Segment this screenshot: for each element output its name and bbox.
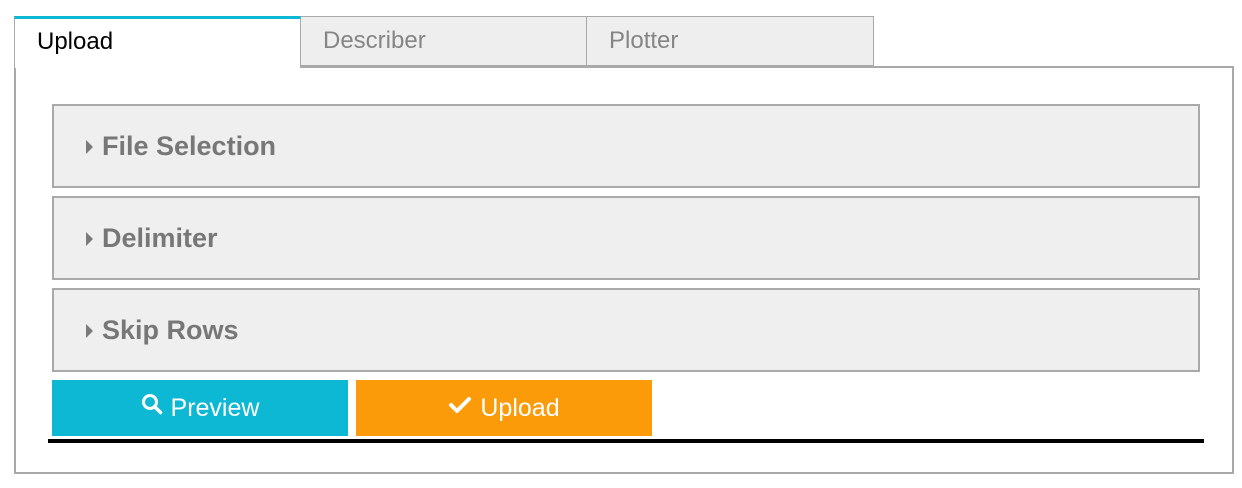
upload-panel: File Selection Delimiter Skip Rows Previ…	[14, 66, 1234, 474]
tab-describer-label: Describer	[323, 27, 426, 54]
accordion-file-selection-label: File Selection	[102, 131, 277, 161]
tab-bar: Upload Describer Plotter	[14, 16, 874, 68]
divider	[48, 439, 1204, 443]
accordion-delimiter-label: Delimiter	[102, 223, 218, 253]
preview-button-label: Preview	[170, 394, 260, 422]
accordion-delimiter[interactable]: Delimiter	[52, 196, 1200, 280]
tab-plotter-label: Plotter	[609, 27, 679, 54]
check-icon	[448, 379, 472, 435]
preview-button[interactable]: Preview	[52, 380, 348, 436]
caret-right-icon	[86, 324, 93, 338]
accordion-file-selection[interactable]: File Selection	[52, 104, 1200, 188]
search-icon	[141, 379, 163, 435]
tab-describer[interactable]: Describer	[300, 16, 587, 66]
caret-right-icon	[86, 140, 93, 154]
tab-upload-label: Upload	[37, 28, 114, 55]
tab-plotter[interactable]: Plotter	[586, 16, 874, 66]
caret-right-icon	[86, 232, 93, 246]
tab-upload[interactable]: Upload	[14, 16, 301, 68]
accordion-skip-rows-label: Skip Rows	[102, 315, 239, 345]
upload-button[interactable]: Upload	[356, 380, 652, 436]
upload-button-label: Upload	[480, 394, 560, 422]
accordion-skip-rows[interactable]: Skip Rows	[52, 288, 1200, 372]
